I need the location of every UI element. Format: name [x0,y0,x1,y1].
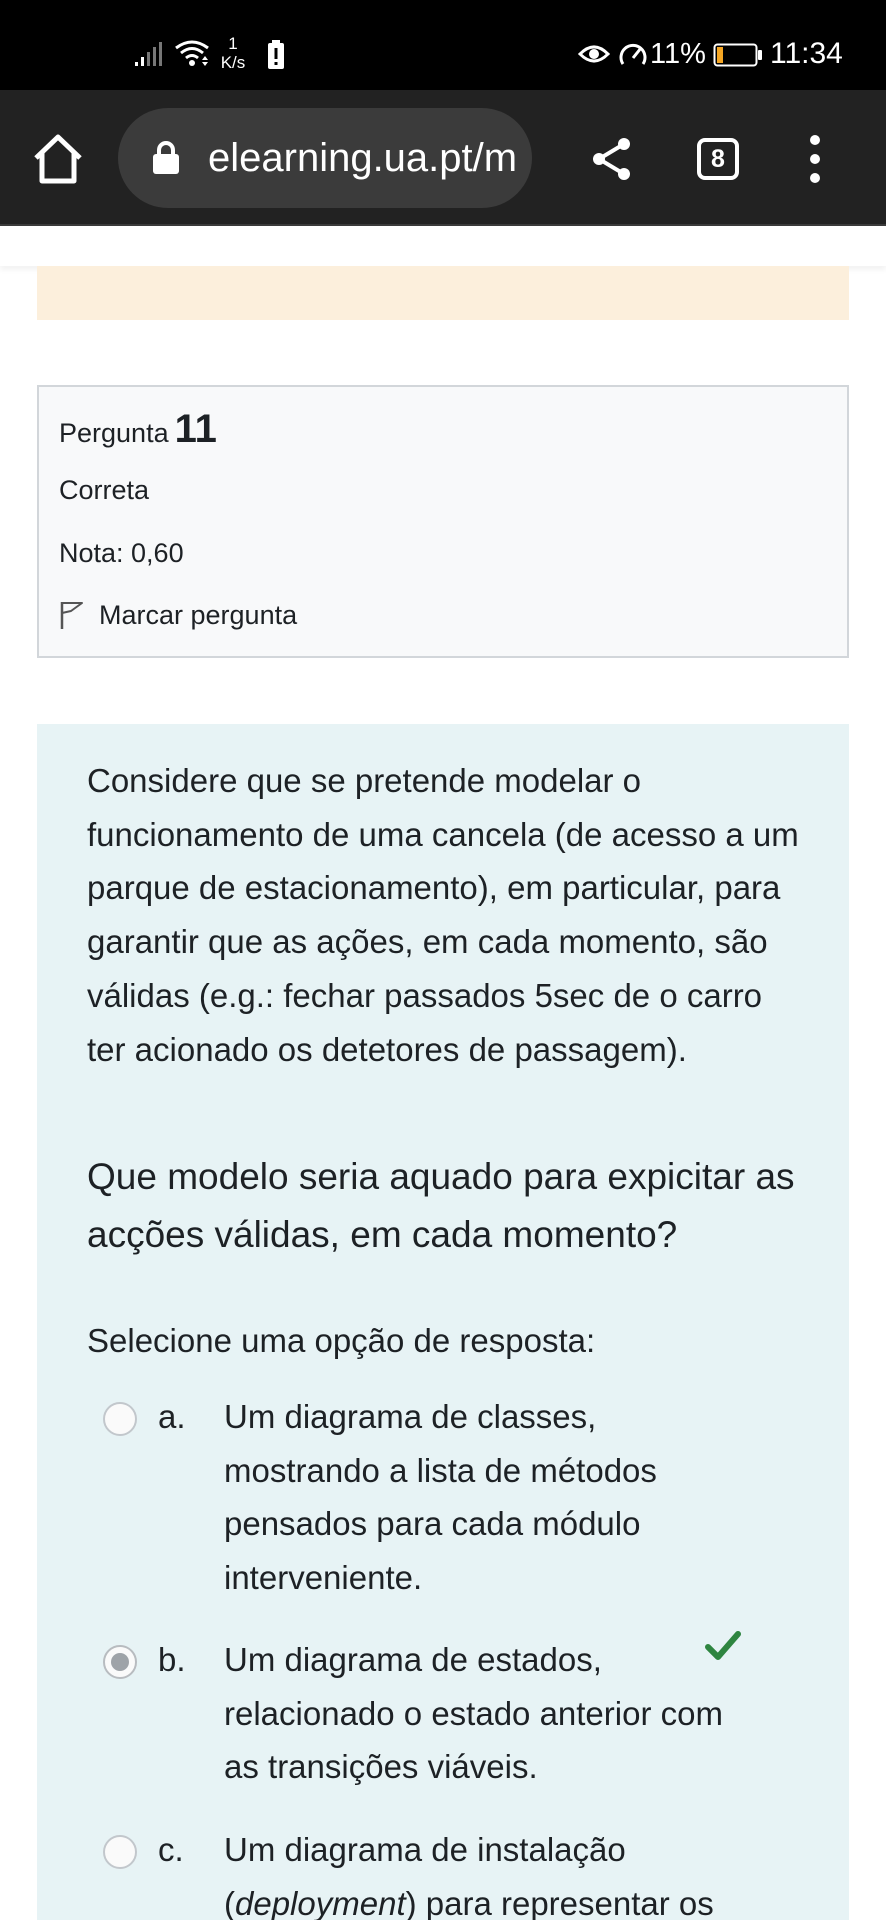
share-icon[interactable] [590,136,634,182]
answer-prompt: Selecione uma opção de resposta: [87,1322,596,1359]
tab-switcher-button[interactable]: 8 [697,138,739,180]
question-text-paragraph-2: Que modelo seria aquado para expicitar a… [87,1156,795,1255]
radio-button-c[interactable] [103,1835,137,1869]
network-speed-value: 1 [228,34,238,53]
battery-alert-icon [268,40,284,69]
option-text-b: Um diagrama de estados, relacionado o es… [224,1641,723,1786]
url-text: elearning.ua.pt/m [208,136,518,180]
flag-question-label: Marcar pergunta [99,600,298,630]
radio-button-b[interactable] [103,1645,137,1679]
flag-question-link[interactable]: Marcar pergunta [59,597,297,633]
question-content: Considere que se pretende modelar o func… [37,724,849,1920]
option-text-c-part-2: ) para representar os [405,1884,714,1920]
option-text-c-emphasis: deployment [235,1884,406,1920]
option-text-a: Um diagrama de classes, mostrando a list… [224,1398,657,1597]
performance-gauge-icon [619,43,647,65]
home-icon[interactable] [30,132,86,186]
option-letter-a: a. [158,1398,186,1435]
browser-toolbar: elearning.ua.pt/m 8 [0,90,886,226]
question-grade: Nota: 0,60 [59,538,184,568]
lock-icon [153,141,179,174]
option-letter-b: b. [158,1641,186,1678]
overflow-menu-icon[interactable] [808,134,822,184]
wifi-icon [175,40,209,66]
notice-panel [37,266,849,320]
correct-check-icon [705,1631,741,1660]
battery-icon [713,43,762,67]
option-text-c: Um diagrama de instalação (deployment) p… [224,1823,744,1920]
radio-button-a[interactable] [103,1402,137,1436]
battery-percent: 11% [650,38,706,70]
question-label: Pergunta [59,418,169,448]
question-title: Pergunta 11 [59,409,217,453]
page-header-strip [0,228,886,266]
eye-comfort-icon [578,45,610,63]
question-text-paragraph-1: Considere que se pretende modelar o func… [87,762,799,1068]
question-number: 11 [174,407,217,451]
question-state: Correta [59,475,150,505]
network-speed-unit: K/s [220,53,246,72]
address-bar[interactable]: elearning.ua.pt/m [118,108,532,208]
clock: 11:34 [770,37,843,70]
network-speed: 1 K/s [217,34,249,72]
option-letter-c: c. [158,1831,184,1868]
status-bar: 1 K/s 11% 11:34 [0,0,886,90]
flag-icon [60,602,83,629]
question-info-card: Pergunta 11 Correta Nota: 0,60 Marcar per… [37,385,849,658]
signal-icon [135,42,162,66]
